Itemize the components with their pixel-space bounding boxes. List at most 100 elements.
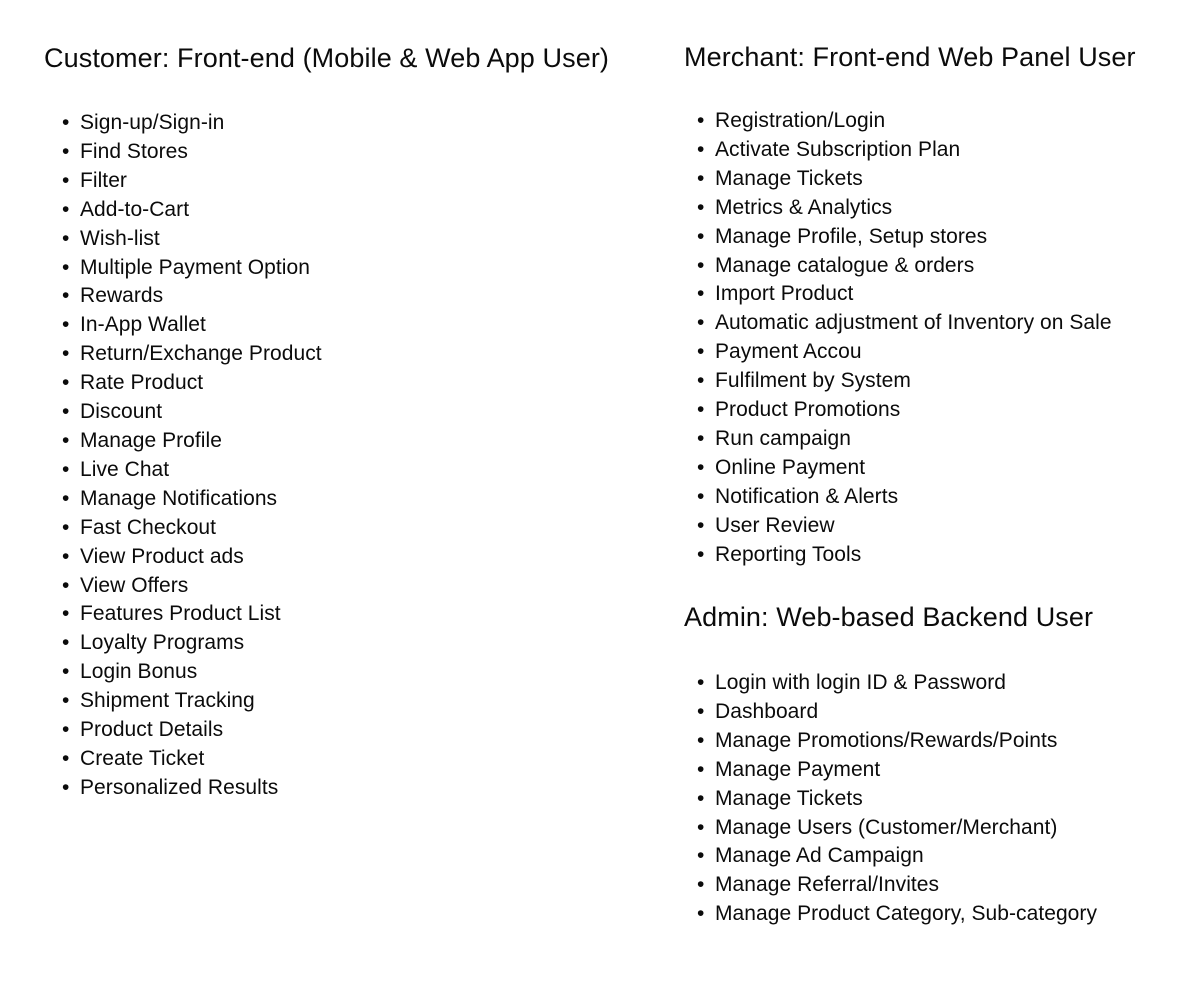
feature-list-item: • Online Payment [691, 454, 1112, 483]
bullet-icon: • [62, 428, 70, 452]
bullet-icon: • [697, 398, 705, 422]
admin-feature-list: • Login with login ID & Password • Dashboar… [691, 669, 1097, 929]
feature-item-label: Manage Ad Campaign [715, 844, 924, 868]
bullet-icon: • [62, 573, 70, 597]
feature-item-label: Manage Profile, Setup stores [715, 224, 988, 248]
bullet-icon: • [62, 111, 70, 134]
feature-list-item: • Manage Profile, Setup stores [691, 223, 1112, 252]
bullet-icon: • [697, 137, 705, 161]
feature-list-item: • Import Product [691, 280, 1112, 309]
feature-item-label: Sign-up/Sign-in [80, 111, 225, 134]
feature-list-item: • Manage Users (Customer/Merchant) [691, 814, 1097, 843]
feature-list-item: • Login with login ID & Password [691, 669, 1097, 698]
bullet-icon: • [62, 775, 70, 799]
feature-list-item: • Metrics & Analytics [691, 194, 1112, 223]
feature-list-item: • Rate Product [56, 369, 322, 398]
feature-item-label: In-App Wallet [80, 313, 206, 337]
bullet-icon: • [62, 400, 70, 424]
feature-item-label: Login with login ID & Password [715, 671, 1006, 694]
feature-item-label: View Product ads [80, 544, 244, 568]
bullet-icon: • [697, 311, 705, 335]
feature-list-item: • View Offers [56, 572, 322, 601]
bullet-icon: • [62, 660, 70, 684]
feature-item-label: Discount [80, 400, 163, 424]
feature-list-item: • Rewards [56, 282, 322, 311]
bullet-icon: • [697, 844, 705, 868]
feature-list-item: • In-App Wallet [56, 311, 322, 340]
bullet-icon: • [697, 166, 705, 190]
bullet-icon: • [697, 195, 705, 219]
bullet-icon: • [697, 699, 705, 723]
bullet-icon: • [697, 815, 705, 839]
feature-list-item: • Payment Accou [691, 338, 1112, 367]
feature-item-label: Filter [80, 168, 127, 192]
feature-list-item: • Run campaign [691, 425, 1112, 454]
bullet-icon: • [697, 873, 705, 897]
feature-list-item: • Manage Notifications [56, 485, 322, 514]
feature-item-label: Manage Payment [715, 757, 881, 781]
bullet-icon: • [697, 757, 705, 781]
feature-item-label: Registration/Login [715, 109, 886, 132]
feature-list-item: • User Review [691, 512, 1112, 541]
feature-item-label: Fast Checkout [80, 515, 217, 539]
bullet-icon: • [697, 728, 705, 752]
bullet-icon: • [62, 544, 70, 568]
feature-item-label: Find Stores [80, 139, 188, 163]
feature-list-item: • Manage Payment [691, 756, 1097, 785]
feature-item-label: Manage catalogue & orders [715, 253, 975, 277]
feature-list-item: • Personalized Results [56, 774, 322, 803]
feature-item-label: Notification & Alerts [715, 484, 899, 508]
feature-list-item: • Activate Subscription Plan [691, 136, 1112, 165]
feature-item-label: Login Bonus [80, 660, 198, 684]
feature-item-label: Loyalty Programs [80, 631, 245, 655]
feature-list-page: Customer: Front-end (Mobile & Web App Us… [0, 0, 1200, 1000]
feature-item-label: Manage Tickets [715, 786, 863, 810]
feature-list-item: • Features Product List [56, 600, 322, 629]
feature-list-item: • Manage Profile [56, 427, 322, 456]
bullet-icon: • [62, 371, 70, 395]
bullet-icon: • [697, 369, 705, 393]
bullet-icon: • [62, 226, 70, 250]
feature-list-item: • Registration/Login [691, 107, 1112, 136]
feature-item-label: Manage Promotions/Rewards/Points [715, 728, 1058, 752]
feature-item-label: Run campaign [715, 426, 852, 450]
feature-list-item: • Multiple Payment Option [56, 254, 322, 283]
feature-item-label: Manage Referral/Invites [715, 873, 940, 897]
bullet-icon: • [62, 689, 70, 713]
feature-list-item: • Create Ticket [56, 745, 322, 774]
feature-item-label: Rewards [80, 284, 164, 308]
bullet-icon: • [62, 515, 70, 539]
bullet-icon: • [62, 631, 70, 655]
feature-list-item: • Manage Product Category, Sub-category [691, 900, 1097, 929]
feature-list-item: • Manage Tickets [691, 785, 1097, 814]
feature-list-item: • Manage catalogue & orders [691, 252, 1112, 281]
feature-list-item: • Manage Tickets [691, 165, 1112, 194]
customer-section-heading: Customer: Front-end (Mobile & Web App Us… [44, 43, 610, 73]
feature-item-label: Shipment Tracking [80, 689, 255, 713]
feature-list-item: • Fulfilment by System [691, 367, 1112, 396]
feature-list-item: • Filter [56, 167, 322, 196]
feature-item-label: Live Chat [80, 457, 170, 481]
bullet-icon: • [62, 313, 70, 337]
merchant-feature-list: • Registration/Login • Activate Subscriptio… [691, 107, 1112, 570]
feature-item-label: Wish-list [80, 226, 160, 250]
feature-list-item: • Notification & Alerts [691, 483, 1112, 512]
feature-item-label: View Offers [80, 573, 189, 597]
bullet-icon: • [62, 168, 70, 192]
bullet-icon: • [697, 109, 705, 132]
feature-item-label: Product Details [80, 718, 224, 742]
feature-item-label: Manage Notifications [80, 486, 278, 510]
feature-list-item: • Product Details [56, 716, 322, 745]
feature-list-item: • Reporting Tools [691, 541, 1112, 570]
feature-item-label: Personalized Results [80, 775, 279, 799]
feature-list-item: • Shipment Tracking [56, 687, 322, 716]
customer-feature-list: • Sign-up/Sign-in • Find Stores • Filter • Add-… [56, 109, 322, 803]
feature-item-label: Create Ticket [80, 746, 205, 770]
feature-list-item: • Manage Promotions/Rewards/Points [691, 727, 1097, 756]
bullet-icon: • [697, 340, 705, 364]
feature-list-item: • Wish-list [56, 225, 322, 254]
feature-item-label: Manage Product Category, Sub-category [715, 902, 1098, 926]
feature-list-item: • Return/Exchange Product [56, 340, 322, 369]
bullet-icon: • [697, 224, 705, 248]
feature-list-item: • Login Bonus [56, 658, 322, 687]
